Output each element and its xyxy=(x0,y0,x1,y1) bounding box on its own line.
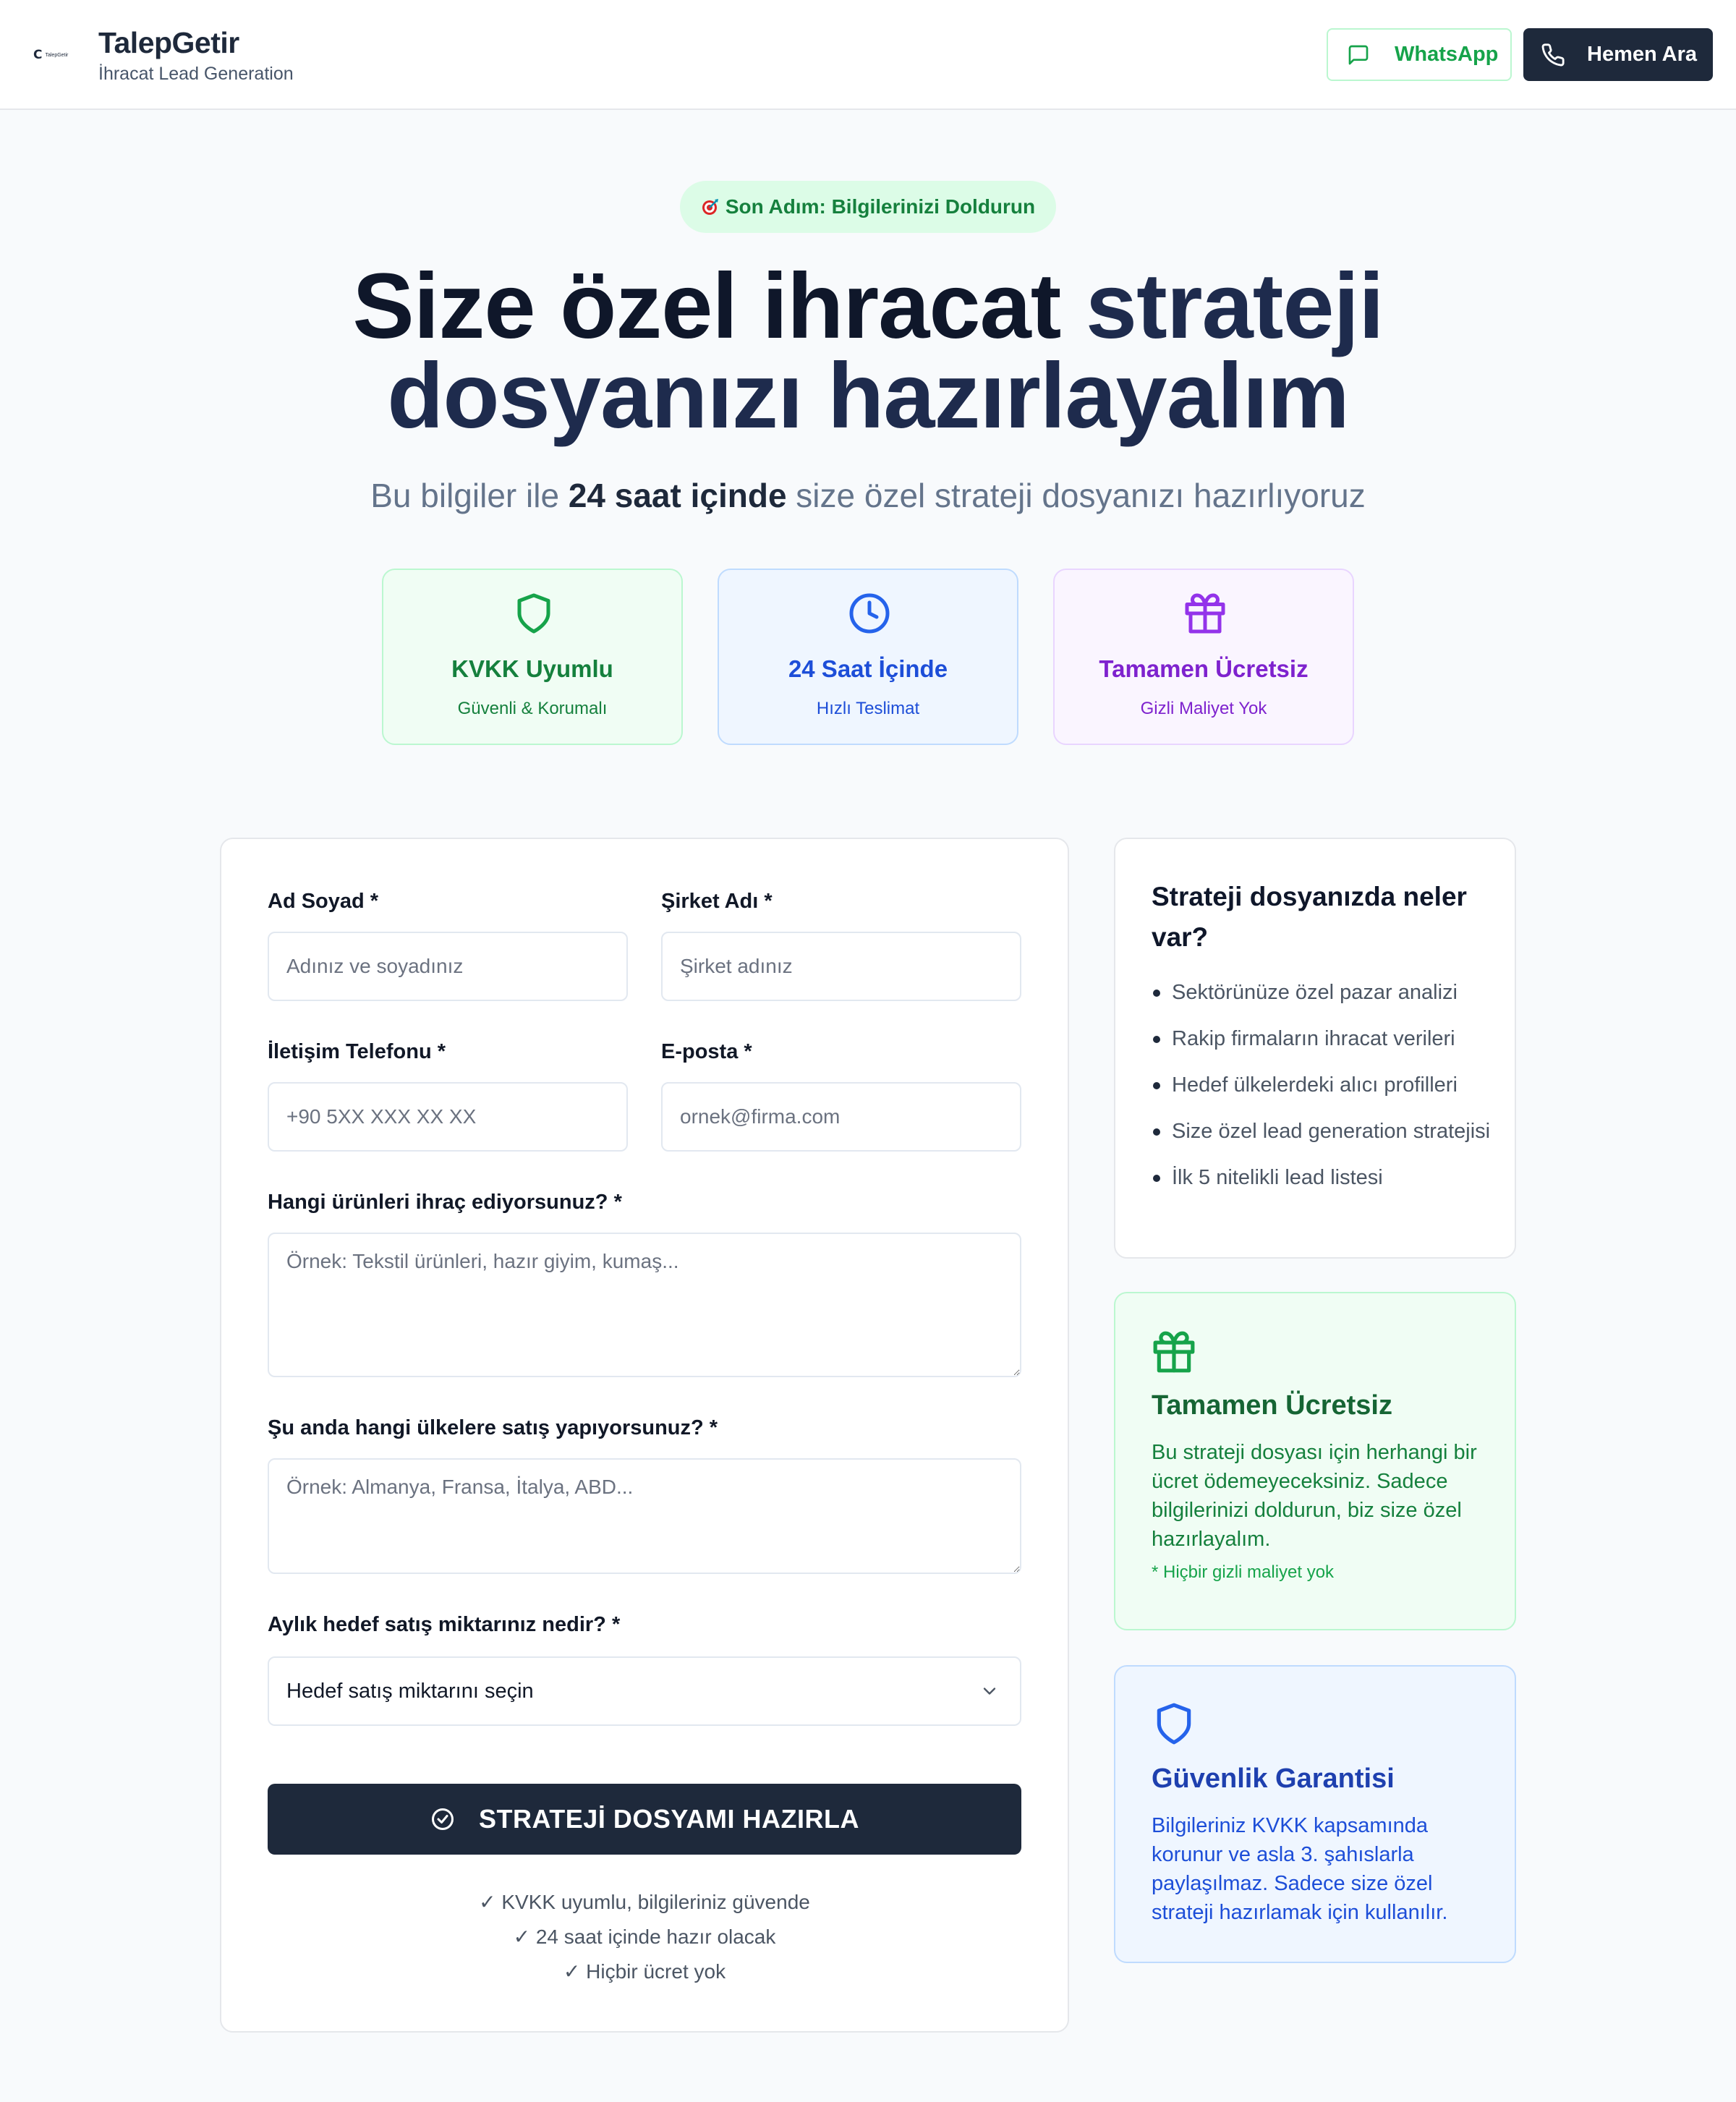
feature-subtitle: Gizli Maliyet Yok xyxy=(1140,699,1267,718)
gift-icon xyxy=(1152,1329,1196,1374)
subtitle-post: size özel strateji dosyanızı hazırlıyoru… xyxy=(786,477,1366,514)
title-part-2: dosyanızı hazırlayalım xyxy=(387,344,1350,448)
free-card: Tamamen Ücretsiz Bu strateji dosyası içi… xyxy=(1114,1292,1516,1630)
subtitle-bold: 24 saat içinde xyxy=(568,477,787,514)
step-badge: Son Adım: Bilgilerinizi Doldurun xyxy=(680,181,1056,233)
strategy-contents-card: Strateji dosyanızda neler var? Sektörünü… xyxy=(1114,838,1516,1259)
countries-label: Şu anda hangi ülkelere satış yapıyorsunu… xyxy=(268,1416,718,1439)
email-label: E-posta * xyxy=(661,1040,752,1063)
free-title: Tamamen Ücretsiz xyxy=(1152,1390,1392,1421)
company-label: Şirket Adı * xyxy=(661,890,773,913)
check-circle-icon xyxy=(430,1806,456,1832)
company-input[interactable] xyxy=(661,932,1021,1001)
target-sales-select[interactable]: Hedef satış miktarını seçin xyxy=(268,1656,1021,1726)
list-item: Size özel lead generation stratejisi xyxy=(1152,1117,1492,1146)
brand-title[interactable]: TalepGetir xyxy=(98,26,239,60)
brand-subtitle: İhracat Lead Generation xyxy=(98,64,294,84)
call-now-label: Hemen Ara xyxy=(1587,43,1698,66)
free-description: Bu strateji dosyası için herhangi bir üc… xyxy=(1152,1441,1477,1551)
submit-label: STRATEJİ DOSYAMI HAZIRLA xyxy=(478,1804,860,1834)
security-title: Güvenlik Garantisi xyxy=(1152,1763,1395,1794)
products-label: Hangi ürünleri ihraç ediyorsunuz? * xyxy=(268,1191,622,1214)
feature-subtitle: Hızlı Teslimat xyxy=(816,699,920,718)
feature-card-kvkk: KVKK Uyumlu Güvenli & Korumalı xyxy=(382,569,683,745)
title-accent: strateji xyxy=(1085,255,1384,358)
products-textarea[interactable] xyxy=(268,1233,1021,1377)
shield-icon xyxy=(512,592,556,635)
submit-button[interactable]: STRATEJİ DOSYAMI HAZIRLA xyxy=(268,1784,1021,1855)
title-part-1: Size özel ihracat xyxy=(352,255,1086,358)
feature-title: Tamamen Ücretsiz xyxy=(1099,655,1309,682)
email-input[interactable] xyxy=(661,1082,1021,1152)
chevron-down-icon xyxy=(979,1681,1000,1701)
whatsapp-button[interactable]: WhatsApp xyxy=(1327,28,1512,81)
page-title: Size özel ihracat strateji dosyanızı haz… xyxy=(145,260,1591,443)
step-badge-label: Son Adım: Bilgilerinizi Doldurun xyxy=(725,195,1036,218)
gift-icon xyxy=(1183,592,1227,635)
countries-textarea[interactable] xyxy=(268,1458,1021,1574)
call-now-button[interactable]: Hemen Ara xyxy=(1523,28,1713,81)
target-icon xyxy=(701,197,720,216)
phone-input[interactable] xyxy=(268,1082,628,1152)
note-kvkk: ✓ KVKK uyumlu, bilgileriniz güvende xyxy=(479,1891,810,1913)
security-card: Güvenlik Garantisi Bilgileriniz KVKK kap… xyxy=(1114,1665,1516,1963)
phone-label: İletişim Telefonu * xyxy=(268,1040,446,1063)
list-item: Sektörünüze özel pazar analizi xyxy=(1152,978,1492,1007)
message-square-icon xyxy=(1347,43,1370,67)
whatsapp-label: WhatsApp xyxy=(1395,43,1499,66)
list-item: Rakip firmaların ihracat verileri xyxy=(1152,1024,1492,1053)
phone-icon xyxy=(1541,43,1565,67)
note-free: ✓ Hiçbir ücret yok xyxy=(563,1960,726,1983)
list-item: İlk 5 nitelikli lead listesi xyxy=(1152,1163,1492,1192)
note-24h: ✓ 24 saat içinde hazır olacak xyxy=(513,1926,776,1948)
logo-text: TalepGetir xyxy=(45,52,69,58)
target-sales-label: Aylık hedef satış miktarınız nedir? * xyxy=(268,1613,621,1636)
target-sales-value: Hedef satış miktarını seçin xyxy=(286,1679,534,1703)
free-note: * Hiçbir gizli maliyet yok xyxy=(1152,1562,1335,1582)
logo-c-icon: C xyxy=(33,48,43,62)
feature-title: 24 Saat İçinde xyxy=(788,655,948,682)
contents-list: Sektörünüze özel pazar analizi Rakip fir… xyxy=(1152,978,1492,1209)
logo[interactable]: C TalepGetir xyxy=(33,46,75,64)
feature-subtitle: Güvenli & Korumalı xyxy=(457,699,608,718)
contents-title: Strateji dosyanızda neler var? xyxy=(1152,882,1467,952)
security-description: Bilgileriniz KVKK kapsamında korunur ve … xyxy=(1152,1814,1448,1924)
site-header: C TalepGetir TalepGetir İhracat Lead Gen… xyxy=(0,0,1736,110)
name-label: Ad Soyad * xyxy=(268,890,379,913)
clock-icon xyxy=(848,592,891,635)
form-notes: ✓ KVKK uyumlu, bilgileriniz güvende ✓ 24… xyxy=(221,1885,1068,1989)
subtitle-pre: Bu bilgiler ile xyxy=(370,477,569,514)
shield-icon xyxy=(1152,1701,1196,1746)
lead-form: Ad Soyad * Şirket Adı * İletişim Telefon… xyxy=(220,838,1069,2033)
feature-card-free: Tamamen Ücretsiz Gizli Maliyet Yok xyxy=(1053,569,1354,745)
feature-card-24h: 24 Saat İçinde Hızlı Teslimat xyxy=(718,569,1018,745)
page-subtitle: Bu bilgiler ile 24 saat içinde size özel… xyxy=(145,476,1591,515)
name-input[interactable] xyxy=(268,932,628,1001)
feature-title: KVKK Uyumlu xyxy=(451,655,613,682)
list-item: Hedef ülkelerdeki alıcı profilleri xyxy=(1152,1071,1492,1099)
